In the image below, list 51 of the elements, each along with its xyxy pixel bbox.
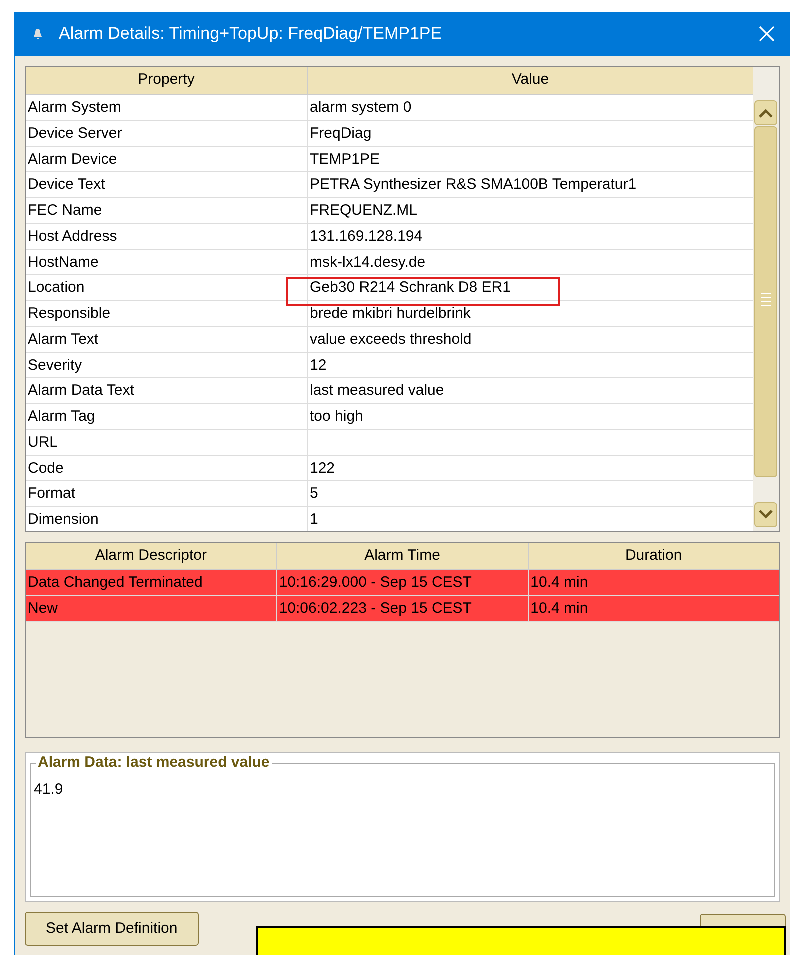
table-cell: Alarm Text [26, 326, 308, 352]
column-header[interactable]: Alarm Descriptor [26, 543, 278, 569]
table-cell: 131.169.128.194 [310, 228, 423, 245]
table-cell-text: 10.4 min [530, 599, 590, 619]
table-cell: Location [26, 275, 308, 300]
table-cell: FREQUENZ.ML [310, 202, 418, 219]
table-cell: 10:16:29.000 - Sep 15 CEST [277, 570, 529, 595]
table-cell: Responsible [26, 301, 308, 326]
window-title: Alarm Details: Timing+TopUp: FreqDiag/TEMP1PE [59, 23, 442, 46]
table-cell: PETRA Synthesizer R&S SMA100B Temperatur1 [310, 176, 637, 194]
table-cell: 1 [310, 511, 318, 528]
table-cell: Code [26, 456, 308, 480]
table-cell: 122 [310, 460, 336, 476]
table-cell: last measured value [310, 382, 444, 400]
table-cell: msk-lx14.desy.de [310, 254, 426, 270]
table-cell: Alarm System [26, 95, 308, 120]
set-alarm-definition-button[interactable]: Set Alarm Definition [25, 912, 199, 946]
table-cell: too high [310, 408, 364, 425]
scrollbar[interactable] [753, 99, 779, 529]
table-cell: Data Changed Terminated [26, 570, 278, 595]
table-cell: Format [26, 481, 308, 506]
table-cell: brede mkibri hurdelbrink [310, 305, 471, 322]
table-cell-text: 10.4 min [530, 573, 590, 593]
table-cell: Alarm Data Text [26, 378, 308, 403]
table-cell: Host Address [26, 224, 308, 248]
data-value: 41.9 [34, 780, 64, 800]
bell-icon [32, 28, 44, 40]
table-cell: 12 [310, 356, 327, 374]
column-header[interactable]: Alarm Time [277, 543, 529, 569]
table-cell: TEMP1PE [310, 150, 380, 168]
table-cell: FreqDiag [310, 124, 372, 142]
column-header[interactable]: Property [26, 67, 308, 94]
table-cell: URL [26, 430, 308, 454]
table-cell: Device Server [26, 120, 308, 146]
table-cell: FEC Name [26, 198, 308, 223]
close-icon [758, 25, 776, 43]
table-cell: Geb30 R214 Schrank D8 ER1 [310, 279, 511, 296]
table-cell: Severity [26, 352, 308, 378]
table-cell: Alarm Device [26, 146, 308, 172]
table-cell: Alarm Tag [26, 404, 308, 429]
column-header[interactable]: Value [308, 67, 753, 94]
table-cell: value exceeds threshold [310, 330, 472, 348]
table-cell: Dimension [26, 507, 308, 531]
table-cell: 5 [310, 485, 318, 502]
table-cell: alarm system 0 [310, 99, 412, 116]
dialog-button[interactable] [700, 914, 786, 926]
column-header[interactable]: Duration [528, 543, 779, 569]
table-cell: 10:06:02.223 - Sep 15 CEST [277, 596, 529, 621]
table-cell: HostName [26, 250, 308, 274]
table-cell: New [26, 596, 278, 621]
table-cell: Device Text [26, 172, 308, 197]
